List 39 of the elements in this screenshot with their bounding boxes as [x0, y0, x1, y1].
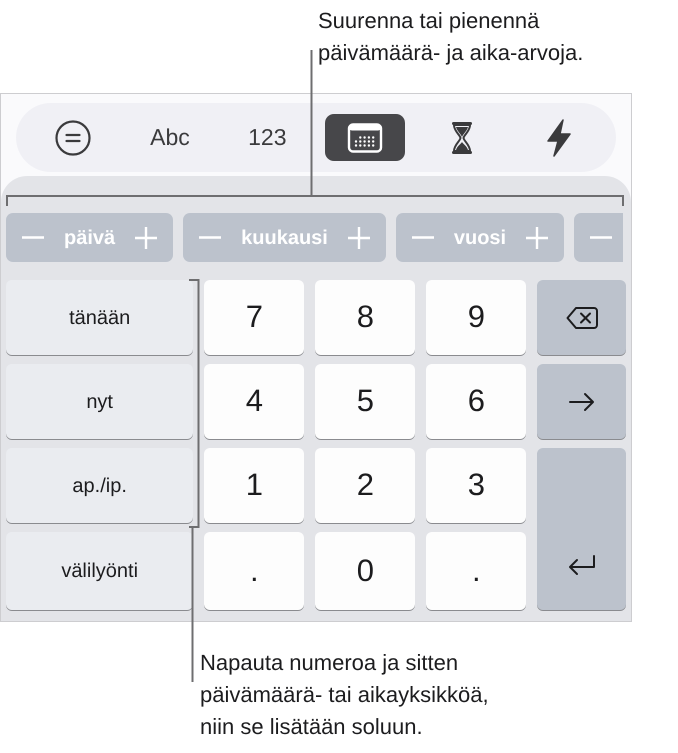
mode-tab[interactable]	[546, 118, 572, 156]
mode-tab[interactable]: 123	[248, 126, 287, 149]
minus-icon	[22, 236, 44, 239]
plus-icon	[135, 226, 158, 248]
shortcut-key[interactable]: tänään	[6, 280, 194, 355]
mode-tab[interactable]	[54, 120, 91, 156]
mode-tab[interactable]	[450, 120, 473, 154]
hourglass-icon	[450, 120, 473, 154]
callout-text: Suurenna tai pienennä päivämäärä- ja aika-arvoja.	[318, 7, 584, 67]
return-icon	[568, 555, 596, 577]
shortcut-key[interactable]: nyt	[6, 364, 194, 439]
equals-icon	[54, 120, 91, 156]
number-key[interactable]: 4	[204, 364, 304, 439]
number-key[interactable]: .	[426, 532, 526, 610]
number-key[interactable]: 6	[426, 364, 526, 439]
number-key[interactable]: .	[204, 532, 304, 610]
backspace-icon	[566, 306, 598, 330]
number-key[interactable]: 8	[315, 280, 416, 355]
delete-key[interactable]	[537, 280, 626, 355]
number-key[interactable]: 0	[315, 532, 416, 610]
callout-text: Napauta numeroa ja sitten päivämäärä- tai aikayksikköä, niin se lisätään soluun.	[200, 649, 490, 741]
number-key[interactable]: 5	[315, 364, 416, 439]
number-key[interactable]: 1	[204, 448, 304, 523]
shortcut-key[interactable]: ap./ip.	[6, 448, 194, 523]
arrow-right-icon	[568, 392, 595, 412]
plus-icon	[526, 226, 548, 248]
minus-icon	[590, 236, 612, 239]
number-key[interactable]: 3	[426, 448, 526, 523]
minus-icon	[199, 236, 222, 239]
number-key[interactable]: 2	[315, 448, 416, 523]
mode-tab[interactable]	[324, 114, 405, 161]
number-key[interactable]: 7	[204, 280, 304, 355]
number-key[interactable]: 9	[426, 280, 526, 355]
mode-tab[interactable]: Abc	[150, 126, 190, 149]
minus-icon	[412, 236, 434, 239]
calendar-icon	[346, 122, 383, 152]
shortcut-key[interactable]: välilyönti	[6, 532, 194, 610]
plus-icon	[348, 226, 370, 248]
bolt-icon	[546, 118, 572, 156]
